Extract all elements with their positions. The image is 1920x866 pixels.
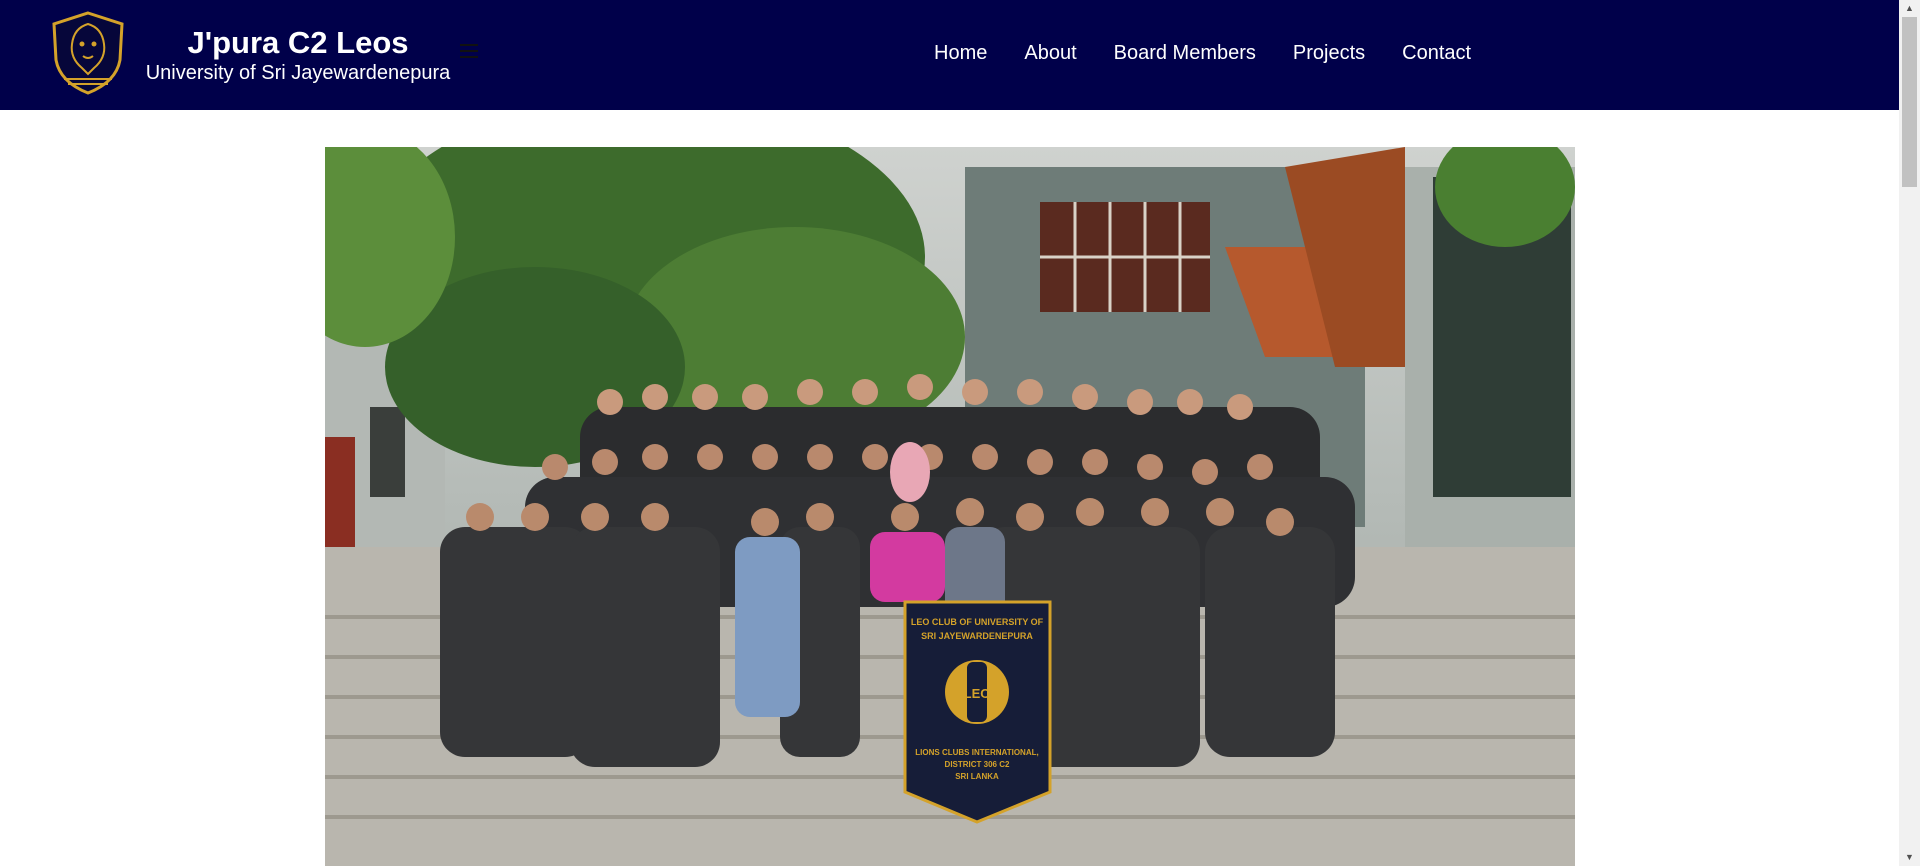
top-navbar: J'pura C2 Leos University of Sri Jayewar… — [0, 0, 1899, 110]
page-scrollbar[interactable]: ▲ ▼ — [1899, 0, 1920, 866]
site-title: J'pura C2 Leos — [187, 25, 409, 60]
scrollbar-thumb[interactable] — [1902, 17, 1917, 187]
nav-about-link[interactable]: About — [1024, 40, 1076, 66]
nav-projects-link[interactable]: Projects — [1293, 40, 1365, 66]
banner-emblem: LEO — [964, 686, 991, 701]
banner-line-4: DISTRICT 306 C2 — [945, 760, 1010, 769]
banner-line-2: SRI JAYEWARDENEPURA — [921, 631, 1033, 641]
scroll-up-arrow-icon[interactable]: ▲ — [1899, 0, 1920, 17]
lion-shield-logo-icon[interactable] — [50, 10, 126, 96]
leo-club-banner: LEO LEO CLUB OF UNIVERSITY OF SRI JAYEWA… — [903, 600, 1052, 824]
group-photo-image: LEO LEO CLUB OF UNIVERSITY OF SRI JAYEWA… — [325, 147, 1575, 866]
hero-group-photo: LEO LEO CLUB OF UNIVERSITY OF SRI JAYEWA… — [325, 147, 1575, 866]
main-nav: Home About Board Members Projects Contac… — [934, 40, 1508, 66]
scroll-down-arrow-icon[interactable]: ▼ — [1899, 849, 1920, 866]
site-subtitle: University of Sri Jayewardenepura — [145, 62, 451, 84]
hamburger-menu-icon[interactable] — [460, 44, 478, 58]
banner-line-5: SRI LANKA — [955, 772, 999, 781]
banner-line-1: LEO CLUB OF UNIVERSITY OF — [911, 617, 1044, 627]
brand: J'pura C2 Leos University of Sri Jayewar… — [143, 24, 453, 84]
nav-home-link[interactable]: Home — [934, 40, 987, 66]
banner-line-3: LIONS CLUBS INTERNATIONAL, — [915, 748, 1038, 757]
nav-board-members-link[interactable]: Board Members — [1114, 40, 1256, 66]
nav-contact-link[interactable]: Contact — [1402, 40, 1471, 66]
